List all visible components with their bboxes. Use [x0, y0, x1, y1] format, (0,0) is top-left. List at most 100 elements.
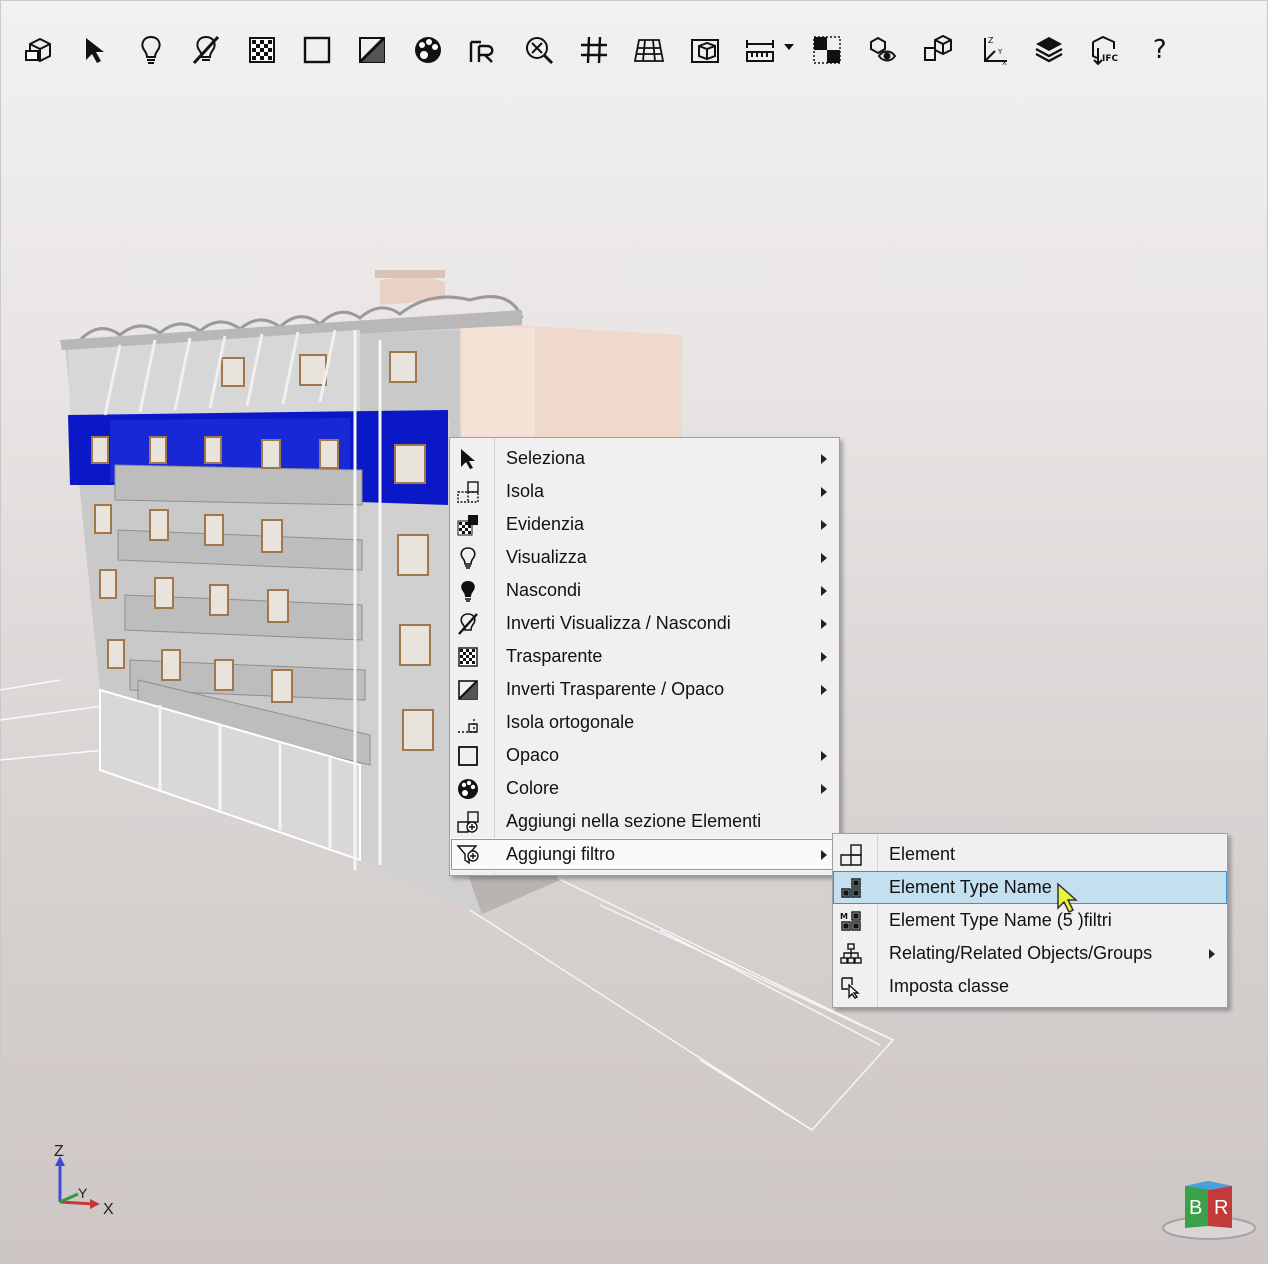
menu-item-opaco[interactable]: Opaco — [450, 739, 839, 772]
submenu-item-label: Relating/Related Objects/Groups — [889, 943, 1153, 963]
y-axis-label: Y — [78, 1185, 88, 1201]
menu-item-visualizza[interactable]: Visualizza — [450, 541, 839, 574]
transparent-icon[interactable] — [240, 30, 284, 70]
ifc-export-icon[interactable]: IFC — [1082, 30, 1126, 70]
menu-item-aggiungi-filtro[interactable]: Aggiungi filtro — [450, 838, 839, 871]
invert-visibility-icon — [455, 611, 481, 637]
help-button[interactable]: ? — [1138, 30, 1182, 70]
submenu-arrow-icon — [821, 685, 827, 695]
isometric-icon[interactable] — [916, 30, 960, 70]
menu-item-label: Colore — [506, 778, 560, 798]
submenu-arrow-icon — [821, 784, 827, 794]
menu-item-label: Isola ortogonale — [506, 712, 635, 732]
multi-filter-icon: M — [838, 908, 864, 934]
context-menu: Seleziona Isola Evidenzia Visualizza Nas… — [449, 437, 840, 876]
menu-item-isola[interactable]: Isola — [450, 475, 839, 508]
svg-text:M: M — [840, 912, 848, 921]
menu-item-nascondi[interactable]: Nascondi — [450, 574, 839, 607]
invert-visibility-icon[interactable] — [184, 30, 228, 70]
submenu-arrow-icon — [821, 553, 827, 563]
isolate-icon — [455, 479, 481, 505]
menu-item-isola-ortogonale[interactable]: Isola ortogonale — [450, 706, 839, 739]
transparent-icon — [455, 644, 481, 670]
filter-submenu: Element Element Type Name M Element Type… — [832, 833, 1228, 1008]
menu-item-label: Inverti Visualizza / Nascondi — [506, 613, 731, 633]
zoom-fit-icon[interactable] — [517, 30, 561, 70]
svg-text:IFC: IFC — [1102, 54, 1118, 64]
navcube-face-r: R — [1214, 1197, 1228, 1219]
submenu-arrow-icon — [821, 652, 827, 662]
submenu-item-element-type-name-filtri[interactable]: M Element Type Name (5 )filtri — [833, 904, 1227, 937]
menu-item-label: Nascondi — [506, 580, 582, 600]
menu-item-evidenzia[interactable]: Evidenzia — [450, 508, 839, 541]
menu-item-label: Seleziona — [506, 448, 586, 468]
submenu-item-label: Element — [889, 844, 956, 864]
bulb-show-icon[interactable] — [129, 30, 173, 70]
menu-item-label: Opaco — [506, 745, 560, 765]
menu-item-trasparente[interactable]: Trasparente — [450, 640, 839, 673]
submenu-item-element[interactable]: Element — [833, 838, 1227, 871]
submenu-arrow-icon — [1209, 949, 1215, 959]
menu-item-label: Evidenzia — [506, 514, 585, 534]
submenu-arrow-icon — [821, 850, 827, 860]
main-toolbar: ZYX IFC ? — [18, 28, 1193, 72]
navcube-face-b: B — [1189, 1197, 1202, 1219]
hierarchy-icon — [838, 941, 864, 967]
axes-icon[interactable]: ZYX — [972, 30, 1016, 70]
submenu-arrow-icon — [821, 619, 827, 629]
help-icon: ? — [1152, 35, 1167, 65]
box-view-icon[interactable] — [18, 30, 62, 70]
set-class-icon — [838, 974, 864, 1000]
measure-dropdown-icon[interactable] — [784, 44, 795, 50]
submenu-arrow-icon — [821, 454, 827, 464]
invert-transparent-icon[interactable] — [350, 30, 394, 70]
select-arrow-icon[interactable] — [73, 30, 117, 70]
invert-transparent-icon — [455, 677, 481, 703]
menu-item-aggiungi-elementi[interactable]: Aggiungi nella sezione Elementi — [450, 805, 839, 838]
color-palette-icon[interactable] — [406, 30, 450, 70]
menu-item-inverti-visualizza[interactable]: Inverti Visualizza / Nascondi — [450, 607, 839, 640]
add-element-icon — [455, 809, 481, 835]
mouse-cursor-icon — [1057, 882, 1078, 914]
type-name-icon — [838, 875, 864, 901]
menu-item-label: Inverti Trasparente / Opaco — [506, 679, 725, 699]
navigation-cube[interactable]: B R — [1160, 1170, 1258, 1242]
section-box-icon[interactable] — [683, 30, 727, 70]
svg-text:Y: Y — [997, 48, 1003, 56]
menu-item-label: Aggiungi filtro — [506, 844, 616, 864]
highlight-icon — [455, 512, 481, 538]
x-axis-label: X — [103, 1201, 114, 1218]
element-icon — [838, 842, 864, 868]
layers-icon[interactable] — [1027, 30, 1071, 70]
menu-item-label: Trasparente — [506, 646, 603, 666]
opaque-icon[interactable] — [295, 30, 339, 70]
menu-item-label: Aggiungi nella sezione Elementi — [506, 811, 762, 831]
submenu-arrow-icon — [821, 520, 827, 530]
measure-icon[interactable] — [738, 30, 795, 70]
plane-grid-icon[interactable] — [627, 30, 671, 70]
z-axis-label: Z — [54, 1143, 64, 1160]
checkerboard-icon[interactable] — [805, 30, 849, 70]
grid-icon[interactable] — [572, 30, 616, 70]
eye-box-icon[interactable] — [861, 30, 905, 70]
color-palette-icon — [455, 776, 481, 802]
submenu-arrow-icon — [821, 487, 827, 497]
submenu-arrow-icon — [821, 751, 827, 761]
reset-icon[interactable] — [461, 30, 505, 70]
opaque-icon — [455, 743, 481, 769]
submenu-item-relating-objects[interactable]: Relating/Related Objects/Groups — [833, 937, 1227, 970]
filter-add-icon — [455, 842, 481, 868]
axes-indicator: Z Y X — [54, 1143, 114, 1218]
bulb-show-icon — [455, 545, 481, 571]
menu-item-colore[interactable]: Colore — [450, 772, 839, 805]
submenu-item-label: Imposta classe — [889, 976, 1010, 996]
submenu-item-element-type-name[interactable]: Element Type Name — [833, 871, 1227, 904]
menu-item-inverti-trasparente[interactable]: Inverti Trasparente / Opaco — [450, 673, 839, 706]
menu-item-seleziona[interactable]: Seleziona — [450, 442, 839, 475]
submenu-item-imposta-classe[interactable]: Imposta classe — [833, 970, 1227, 1003]
submenu-item-label: Element Type Name — [889, 877, 1052, 897]
menu-item-label: Visualizza — [506, 547, 587, 567]
svg-text:X: X — [1002, 59, 1007, 66]
submenu-arrow-icon — [821, 586, 827, 596]
bulb-hide-icon — [455, 578, 481, 604]
